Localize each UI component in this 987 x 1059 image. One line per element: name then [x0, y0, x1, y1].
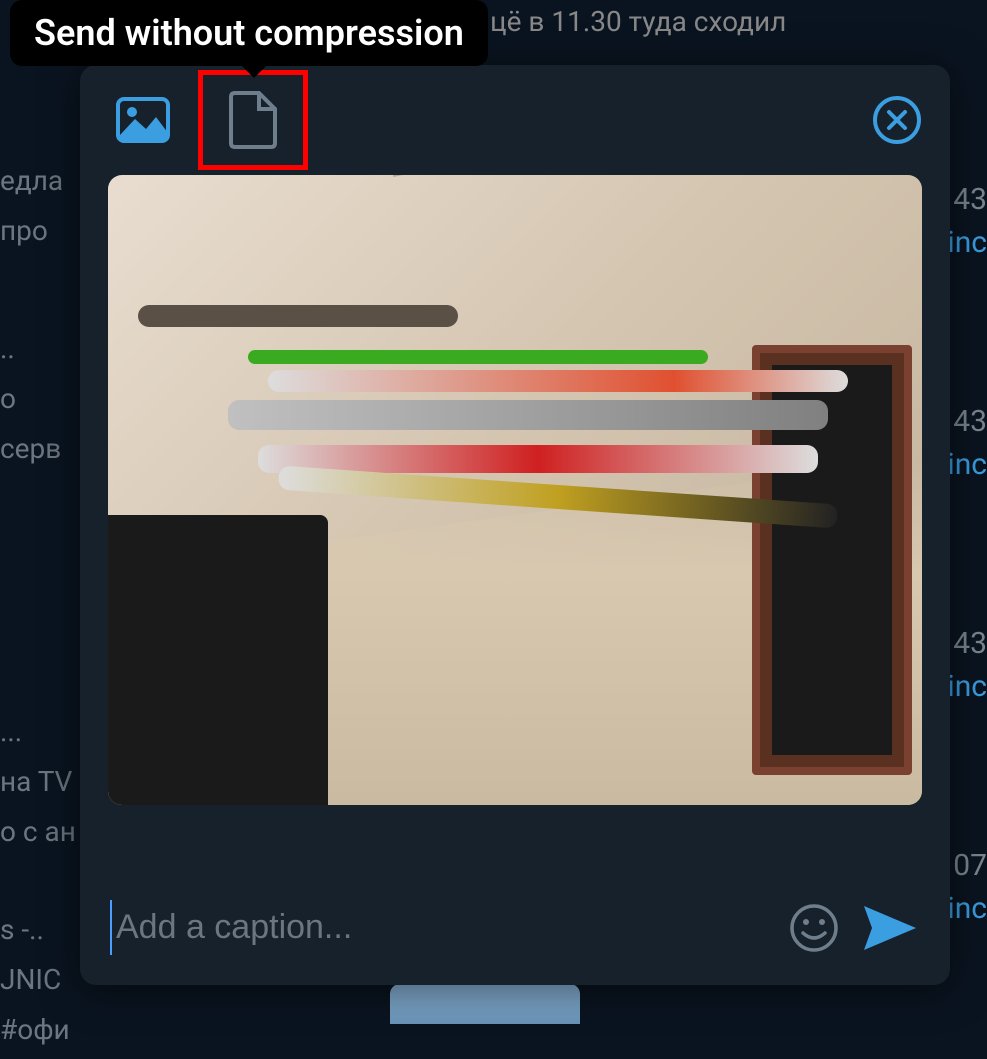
send-icon: [862, 904, 918, 952]
background-thumbnail: [390, 984, 580, 1024]
bg-link: inc: [947, 667, 987, 706]
tooltip-label: Send without compression: [34, 12, 464, 54]
bg-timestamp: 43: [947, 624, 987, 663]
close-icon: [872, 95, 922, 145]
file-icon: [229, 91, 277, 149]
bg-frag: s -..: [0, 909, 76, 951]
bg-frag: о с ан: [0, 811, 76, 853]
caption-bar: [80, 880, 950, 985]
bg-frag: ..: [0, 328, 76, 370]
bg-link: inc: [947, 445, 987, 484]
bg-timestamp: 43: [947, 180, 987, 219]
bg-frag: едла: [0, 160, 76, 202]
tooltip-send-without-compression: Send without compression: [10, 0, 488, 66]
bg-frag: про: [0, 210, 76, 252]
close-button[interactable]: [872, 95, 922, 145]
bg-timestamp: 43: [947, 402, 987, 441]
bg-frag: ...: [0, 711, 76, 753]
bg-frag: JNIC: [0, 959, 76, 1001]
bg-link: inc: [947, 889, 987, 928]
bg-link: inc: [947, 223, 987, 262]
send-as-photo-button[interactable]: [108, 85, 178, 155]
bg-frag: #офи: [0, 1009, 76, 1051]
bg-message-text: цё в 11.30 туда сходил: [490, 5, 786, 38]
send-as-file-button[interactable]: [198, 70, 308, 170]
attachment-preview-image[interactable]: [108, 175, 922, 805]
emoji-button[interactable]: [788, 902, 840, 954]
bg-right-fragments: 43 inc 43 inc 43 inc 07 inc: [947, 180, 987, 928]
bg-frag: на ТV: [0, 761, 76, 803]
bg-frag: о: [0, 378, 76, 420]
preview-area: [80, 175, 950, 880]
image-icon: [116, 97, 170, 143]
modal-header: [80, 65, 950, 175]
bg-timestamp: 07: [947, 846, 987, 885]
attachment-modal: [80, 65, 950, 985]
smiley-icon: [789, 903, 839, 953]
caption-input[interactable]: [110, 900, 768, 955]
bg-frag: серв: [0, 428, 76, 470]
bg-left-fragments: едла про .. о серв ... на ТV о с ан s -.…: [0, 160, 76, 1059]
send-button[interactable]: [860, 902, 920, 954]
